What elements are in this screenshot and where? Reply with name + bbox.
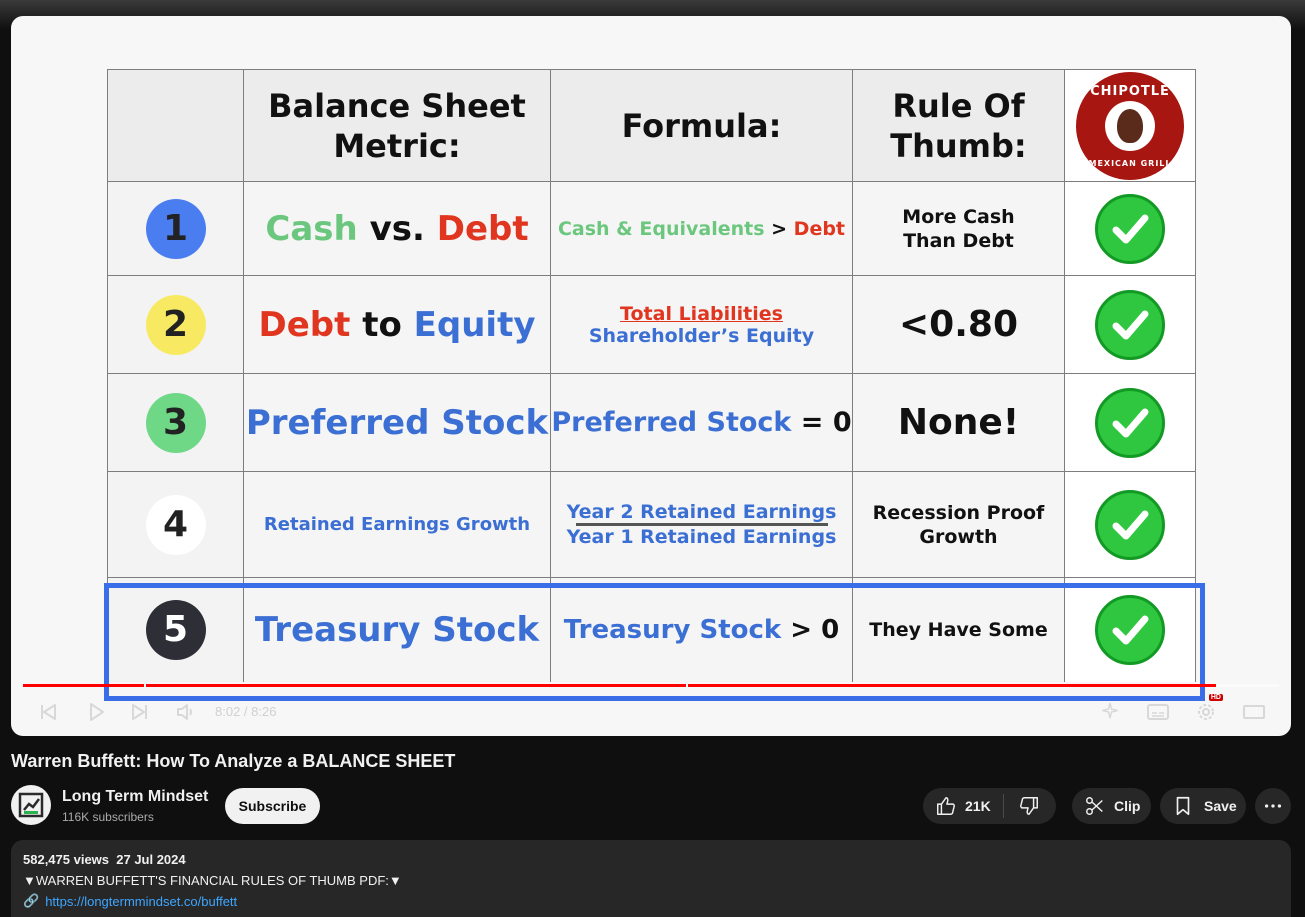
table-row: 1 Cash vs. Debt Cash & Equivalents > Deb… xyxy=(107,181,1196,276)
number-badge: 5 xyxy=(145,599,206,660)
like-dislike-group: 21K xyxy=(923,788,1056,824)
channel-name[interactable]: Long Term Mindset xyxy=(62,788,208,806)
slide-header-row: Balance Sheet Metric: Formula: Rule Of T… xyxy=(107,69,1196,182)
like-count: 21K xyxy=(965,798,991,814)
rule-header: Rule Of Thumb: xyxy=(852,69,1065,182)
link-icon: 🔗 xyxy=(23,893,40,908)
settings-icon[interactable]: HD xyxy=(1193,694,1223,724)
time-display: 8:02 / 8:26 xyxy=(215,704,277,719)
thumbs-down-icon xyxy=(1019,797,1038,815)
player-controls: 8:02 / 8:26 HD xyxy=(11,692,1291,732)
check-icon xyxy=(1095,289,1165,360)
clip-button[interactable]: Clip xyxy=(1072,788,1151,824)
description-link[interactable]: https://longtermmindset.co/buffett xyxy=(45,894,237,909)
table-row: 2 Debt to Equity Total Liabilities Shareh… xyxy=(107,275,1196,374)
scissors-icon xyxy=(1086,797,1103,815)
check-icon xyxy=(1095,594,1165,665)
table-row: 4 Retained Earnings Growth Year 2 Retain… xyxy=(107,471,1196,578)
like-button[interactable]: 21K xyxy=(923,788,1003,824)
channel-avatar[interactable] xyxy=(11,785,51,825)
description-text: ▼WARREN BUFFETT'S FINANCIAL RULES OF THU… xyxy=(23,873,402,888)
clip-label: Clip xyxy=(1114,798,1141,814)
number-badge: 2 xyxy=(145,294,206,355)
check-icon xyxy=(1095,193,1165,264)
video-player[interactable]: Balance Sheet Metric: Formula: Rule Of T… xyxy=(11,16,1291,736)
progress-fill xyxy=(23,684,1217,687)
video-title: Warren Buffett: How To Analyze a BALANCE… xyxy=(11,751,456,771)
autoplay-icon[interactable] xyxy=(1097,700,1123,724)
subscribe-button[interactable]: Subscribe xyxy=(225,788,320,824)
formula-header: Formula: xyxy=(550,69,853,182)
description-link-row: 🔗 https://longtermmindset.co/buffett xyxy=(23,893,237,909)
check-icon xyxy=(1095,387,1165,458)
more-icon xyxy=(1264,804,1282,808)
metric-header: Balance Sheet Metric: xyxy=(243,69,551,182)
previous-icon[interactable] xyxy=(35,700,61,724)
bookmark-icon xyxy=(1176,796,1190,816)
empty-header xyxy=(107,69,244,182)
table-row: 5 Treasury Stock Treasury Stock > 0 They… xyxy=(107,577,1196,682)
subscriber-count: 116K subscribers xyxy=(62,810,154,824)
table-row: 3 Preferred Stock Preferred Stock = 0 No… xyxy=(107,373,1196,472)
slide-table: Balance Sheet Metric: Formula: Rule Of T… xyxy=(107,69,1196,682)
logo-header: CHIPOTLE MEXICAN GRILL xyxy=(1064,69,1196,182)
description-box[interactable]: 582,475 views 27 Jul 2024 ▼WARREN BUFFET… xyxy=(11,840,1291,917)
subtitles-icon[interactable] xyxy=(1145,700,1171,724)
thumbs-up-icon xyxy=(937,797,955,815)
more-actions-button[interactable] xyxy=(1255,788,1291,824)
chipotle-logo: CHIPOTLE MEXICAN GRILL xyxy=(1076,71,1184,180)
number-badge: 1 xyxy=(145,198,206,259)
play-icon[interactable] xyxy=(83,700,109,724)
hd-badge: HD xyxy=(1208,694,1223,701)
next-icon[interactable] xyxy=(127,700,153,724)
check-icon xyxy=(1095,489,1165,560)
progress-bar[interactable] xyxy=(23,684,1279,687)
view-count-date: 582,475 views 27 Jul 2024 xyxy=(23,852,186,867)
dislike-button[interactable] xyxy=(1004,788,1056,824)
number-badge: 3 xyxy=(145,392,206,453)
theater-mode-icon[interactable] xyxy=(1241,700,1267,724)
volume-icon[interactable] xyxy=(173,700,199,724)
number-badge: 4 xyxy=(145,494,206,555)
save-label: Save xyxy=(1204,798,1237,814)
save-button[interactable]: Save xyxy=(1160,788,1246,824)
